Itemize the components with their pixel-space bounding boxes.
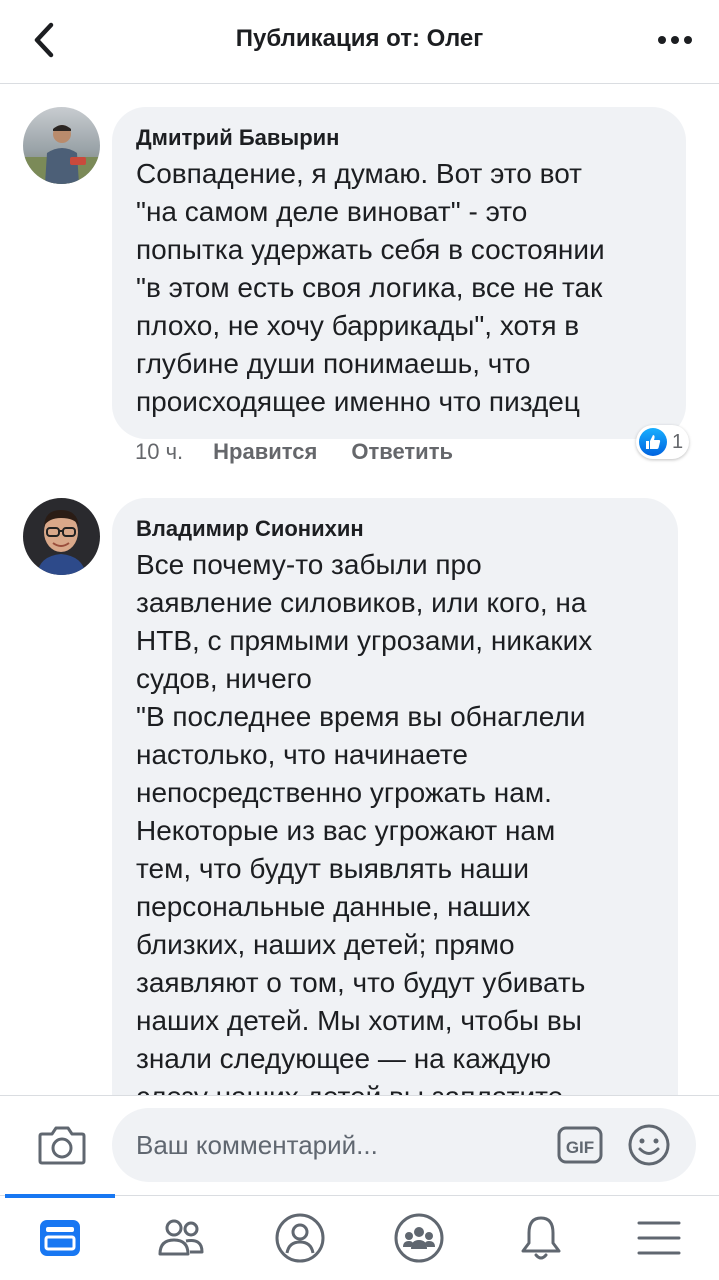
emoji-icon [628,1124,670,1166]
active-tab-indicator [5,1194,115,1198]
comment-input[interactable]: Ваш комментарий... GIF [112,1108,696,1182]
news-feed-icon [40,1220,80,1256]
comment-actions: 10 ч. Нравится Ответить [135,439,487,465]
gif-label: GIF [566,1138,594,1157]
comment-composer: Ваш комментарий... GIF [0,1095,719,1195]
like-reaction-icon [639,428,667,456]
tab-news-feed[interactable] [30,1208,90,1268]
comment-time: 10 ч. [135,439,184,464]
reaction-count: 1 [672,430,684,453]
like-button[interactable]: Нравится [213,439,317,465]
more-horizontal-icon [658,36,692,44]
comment-bubble[interactable]: Дмитрий Бавырин Совпадение, я думаю. Вот… [112,107,686,439]
tab-notifications[interactable] [511,1208,571,1268]
gif-button[interactable]: GIF [556,1124,604,1166]
tab-groups[interactable] [389,1208,449,1268]
camera-button[interactable] [34,1120,90,1170]
reaction-summary[interactable]: 1 [636,425,690,459]
tab-friends[interactable] [151,1208,211,1268]
profile-icon [275,1213,325,1263]
comment-placeholder: Ваш комментарий... [136,1130,378,1160]
page-title: Публикация от: Олег [235,25,484,52]
comment-bubble[interactable]: Владимир Сионихин Все почему-то забыли п… [112,498,678,1095]
bell-icon [521,1216,561,1260]
bottom-tab-bar [0,1194,719,1280]
friends-icon [158,1219,204,1256]
top-nav-bar: Публикация от: Олег [0,0,719,84]
reply-button[interactable]: Ответить [351,439,453,465]
tab-profile[interactable] [270,1208,330,1268]
comment-text: Все почему-то забыли про заявление силов… [136,549,593,1095]
avatar-photo [23,107,100,184]
emoji-button[interactable] [626,1122,672,1168]
avatar-photo [23,498,100,575]
more-options-button[interactable] [653,22,697,58]
comment-author[interactable]: Владимир Сионихин [136,514,654,544]
comment-author[interactable]: Дмитрий Бавырин [136,123,662,153]
avatar[interactable] [23,498,100,575]
avatar[interactable] [23,107,100,184]
menu-icon [637,1221,681,1255]
camera-icon [38,1126,86,1165]
groups-icon [394,1213,444,1263]
comment-text: Совпадение, я думаю. Вот это вот "на сам… [136,158,605,417]
tab-menu[interactable] [629,1208,689,1268]
gif-icon: GIF [557,1126,603,1164]
comments-list[interactable]: Дмитрий Бавырин Совпадение, я думаю. Вот… [0,85,719,1095]
